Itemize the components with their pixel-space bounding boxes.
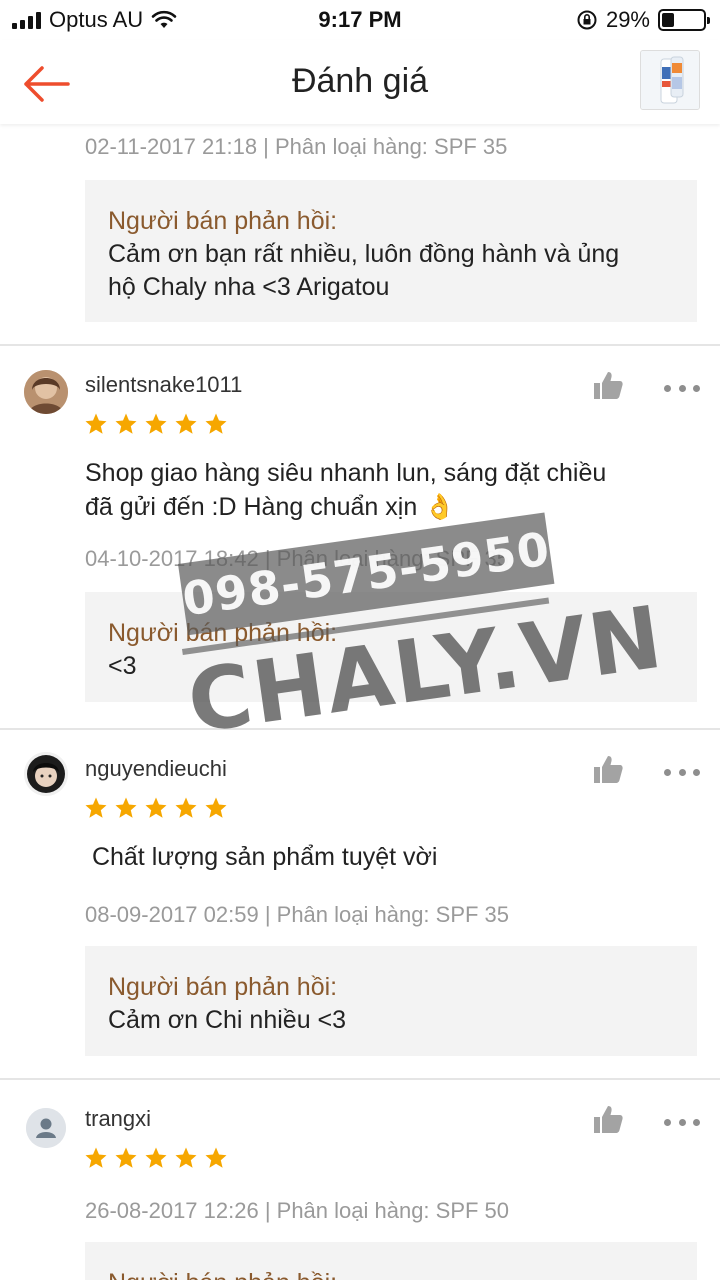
review-list[interactable]: 02-11-2017 21:18 | Phân loại hàng: SPF 3… bbox=[0, 124, 720, 1280]
seller-reply: Người bán phản hồi: bbox=[85, 1242, 697, 1280]
review-meta: 26-08-2017 12:26 | Phân loại hàng: SPF 5… bbox=[85, 1198, 510, 1223]
battery-percent: 29% bbox=[605, 7, 650, 32]
star-icon bbox=[115, 797, 137, 818]
star-icon bbox=[145, 413, 167, 434]
seller-reply-label: Người bán phản hồi: bbox=[108, 973, 338, 1001]
review-item: nguyendieuchi Chất lượng sản phẩm tuyệt … bbox=[0, 728, 720, 1080]
avatar[interactable] bbox=[24, 752, 68, 796]
user-photo bbox=[24, 370, 68, 414]
more-options-icon[interactable] bbox=[664, 378, 700, 398]
review-meta: 02-11-2017 21:18 | Phân loại hàng: SPF 3… bbox=[85, 134, 508, 159]
review-item: trangxi 26-08-2017 12:26 | Phân loại hàn… bbox=[0, 1078, 720, 1280]
star-icon bbox=[205, 413, 227, 434]
star-icon bbox=[85, 413, 107, 434]
seller-reply: Người bán phản hồi: Cảm ơn Chi nhiều <3 bbox=[85, 946, 697, 1056]
seller-reply-text: <3 bbox=[108, 652, 137, 680]
star-rating bbox=[84, 412, 228, 436]
battery-icon bbox=[658, 9, 710, 31]
seller-reply-text: Cảm ơn Chi nhiều <3 bbox=[108, 1006, 347, 1034]
top-app-bar: Đánh giá bbox=[0, 40, 720, 124]
thumbs-up-icon[interactable] bbox=[592, 1104, 624, 1134]
default-avatar-icon bbox=[26, 1108, 66, 1148]
star-icon bbox=[175, 797, 197, 818]
star-icon bbox=[175, 413, 197, 434]
reviewer-username: silentsnake1011 bbox=[85, 372, 243, 397]
status-right: 29% bbox=[576, 7, 710, 33]
star-icon bbox=[145, 1147, 167, 1168]
review-meta: 04-10-2017 18:42 | Phân loại hàng: SPF 3… bbox=[85, 546, 510, 571]
product-thumbnail[interactable] bbox=[640, 50, 700, 110]
thumbs-up-icon[interactable] bbox=[592, 370, 624, 400]
more-options-icon[interactable] bbox=[664, 762, 700, 782]
review-item: silentsnake1011 Shop giao hàng siêu nhan… bbox=[0, 344, 720, 728]
avatar[interactable] bbox=[26, 1108, 66, 1148]
reviewer-username: nguyendieuchi bbox=[85, 756, 227, 781]
review-comment: Chất lượng sản phẩm tuyệt vời bbox=[85, 840, 685, 874]
review-item: 02-11-2017 21:18 | Phân loại hàng: SPF 3… bbox=[0, 124, 720, 350]
seller-reply-text: hộ Chaly nha <3 Arigatou bbox=[108, 273, 390, 301]
seller-reply-label: Người bán phản hồi: bbox=[108, 619, 338, 647]
battery-level bbox=[662, 13, 674, 27]
review-comment-line: Chất lượng sản phẩm tuyệt vời bbox=[85, 843, 438, 871]
star-icon bbox=[145, 797, 167, 818]
review-meta: 08-09-2017 02:59 | Phân loại hàng: SPF 3… bbox=[85, 902, 510, 927]
page-title: Đánh giá bbox=[291, 62, 429, 100]
product-image bbox=[641, 51, 699, 109]
star-icon bbox=[85, 797, 107, 818]
seller-reply-label: Người bán phản hồi: bbox=[108, 207, 338, 235]
seller-reply: Người bán phản hồi: Cảm ơn bạn rất nhiều… bbox=[85, 180, 697, 322]
star-rating bbox=[84, 796, 228, 820]
more-options-icon[interactable] bbox=[664, 1112, 700, 1132]
star-icon bbox=[205, 1147, 227, 1168]
thumbs-up-icon[interactable] bbox=[592, 754, 624, 784]
seller-reply-text: Cảm ơn bạn rất nhiều, luôn đồng hành và … bbox=[108, 240, 620, 268]
star-icon bbox=[85, 1147, 107, 1168]
orientation-lock-icon bbox=[577, 10, 597, 30]
seller-reply-label: Người bán phản hồi: bbox=[108, 1266, 674, 1280]
review-comment-line: Shop giao hàng siêu nhanh lun, sáng đặt … bbox=[85, 459, 607, 487]
star-icon bbox=[115, 1147, 137, 1168]
star-icon bbox=[175, 1147, 197, 1168]
review-comment-line: đã gửi đến :D Hàng chuẩn xịn 👌 bbox=[85, 493, 456, 521]
reviewer-username: trangxi bbox=[85, 1106, 152, 1131]
star-icon bbox=[115, 413, 137, 434]
star-icon bbox=[205, 797, 227, 818]
star-rating bbox=[84, 1146, 228, 1170]
avatar[interactable] bbox=[24, 370, 68, 414]
seller-reply: Người bán phản hồi: <3 bbox=[85, 592, 697, 702]
review-comment: Shop giao hàng siêu nhanh lun, sáng đặt … bbox=[85, 456, 685, 524]
user-photo bbox=[24, 752, 68, 796]
status-bar: Optus AU 9:17 PM 29% bbox=[0, 0, 720, 40]
